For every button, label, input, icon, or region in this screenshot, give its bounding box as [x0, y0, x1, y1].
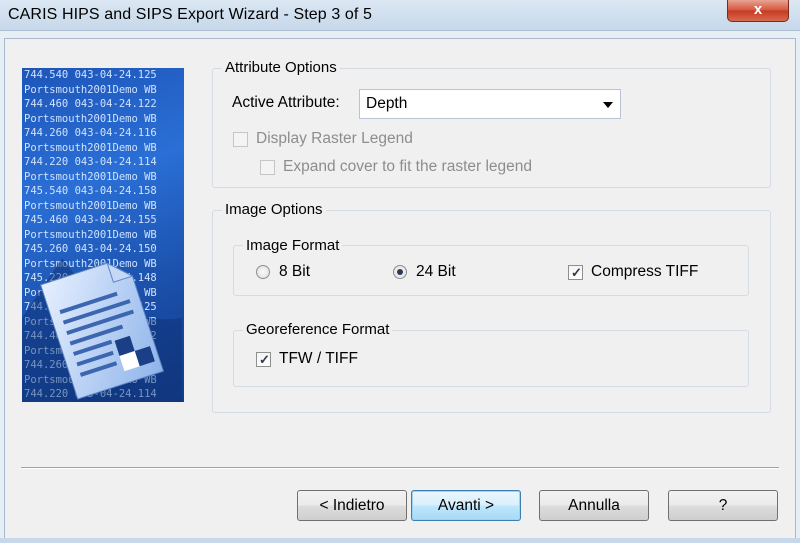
- checkmark-icon: ✓: [259, 352, 270, 367]
- radio-24-bit-label: 24 Bit: [416, 263, 456, 280]
- active-attribute-dropdown[interactable]: Depth: [359, 89, 621, 119]
- close-icon: x: [753, 1, 763, 18]
- back-button-label: < Indietro: [319, 497, 385, 514]
- window-bottom-border: [0, 538, 800, 543]
- next-button[interactable]: Avanti >: [411, 490, 521, 521]
- radio-8-bit[interactable]: [256, 265, 270, 279]
- wizard-banner-image: 744.540 043-04-24.125 Portsmouth2001Demo …: [22, 68, 184, 402]
- expand-cover-label: Expand cover to fit the raster legend: [283, 158, 533, 175]
- cancel-button[interactable]: Annulla: [539, 490, 649, 521]
- image-format-title: Image Format: [243, 237, 343, 254]
- tfw-tiff-label: TFW / TIFF: [279, 350, 358, 367]
- radio-24-bit[interactable]: [393, 265, 407, 279]
- cancel-button-label: Annulla: [568, 497, 620, 514]
- attribute-options-title: Attribute Options: [222, 59, 340, 76]
- expand-cover-checkbox[interactable]: [260, 160, 275, 175]
- checkmark-icon: ✓: [571, 265, 582, 280]
- compress-tiff-label: Compress TIFF: [591, 263, 699, 280]
- chevron-down-icon: [603, 102, 613, 108]
- next-button-label: Avanti >: [437, 497, 495, 514]
- tfw-tiff-checkbox[interactable]: ✓: [256, 352, 271, 367]
- active-attribute-label: Active Attribute:: [232, 94, 340, 111]
- georeference-format-title: Georeference Format: [243, 321, 393, 338]
- close-button[interactable]: x: [727, 0, 789, 22]
- display-raster-legend-checkbox[interactable]: [233, 132, 248, 147]
- document-icon: [22, 258, 182, 402]
- back-button[interactable]: < Indietro: [297, 490, 407, 521]
- radio-selected-dot: [397, 269, 403, 275]
- window-title: CARIS HIPS and SIPS Export Wizard - Step…: [8, 6, 372, 23]
- image-options-title: Image Options: [222, 201, 326, 218]
- help-button-label: ?: [718, 497, 728, 514]
- help-button[interactable]: ?: [668, 490, 778, 521]
- title-bar: CARIS HIPS and SIPS Export Wizard - Step…: [0, 0, 800, 31]
- compress-tiff-checkbox[interactable]: ✓: [568, 265, 583, 280]
- radio-8-bit-label: 8 Bit: [279, 263, 311, 280]
- active-attribute-value: Depth: [366, 95, 408, 112]
- display-raster-legend-label: Display Raster Legend: [256, 130, 413, 147]
- footer-separator: [21, 467, 779, 469]
